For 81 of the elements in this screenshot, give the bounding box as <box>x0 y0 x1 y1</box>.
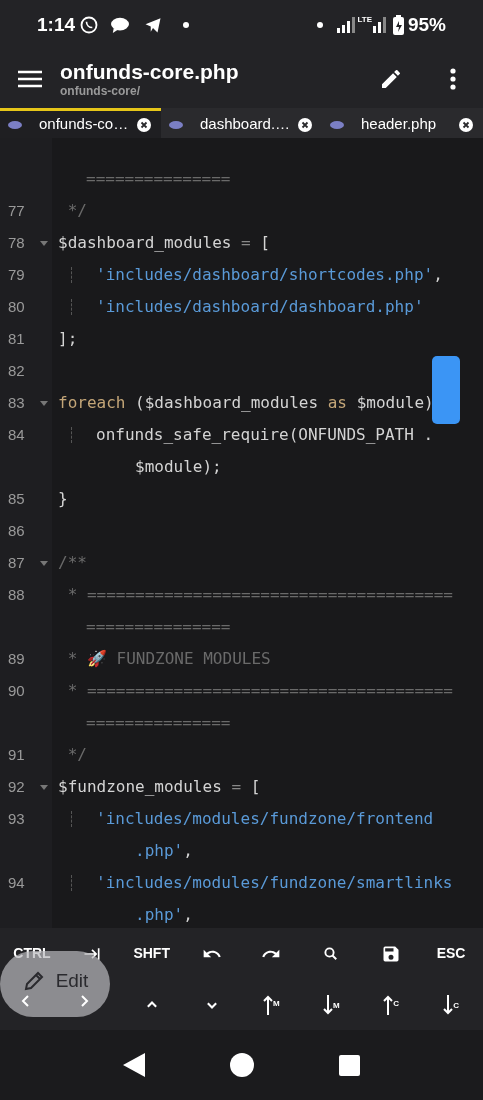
fold-icon[interactable] <box>40 561 48 566</box>
code-line: =============== <box>86 712 231 734</box>
line-number: 78 <box>8 232 25 253</box>
file-title: onfunds-core.php <box>60 59 239 84</box>
clock: 1:14 <box>37 12 76 37</box>
line-number: 79 <box>8 264 25 285</box>
speech-bubble-icon <box>109 16 132 34</box>
code-line: .php', <box>135 840 193 862</box>
more-options-icon[interactable] <box>450 68 456 90</box>
dot-icon <box>317 22 324 28</box>
down-arrow-icon <box>443 993 454 1016</box>
php-file-icon <box>169 120 183 129</box>
line-number: 89 <box>8 648 25 669</box>
line-number: 80 <box>8 296 25 317</box>
chevron-right-icon[interactable] <box>79 995 89 1008</box>
code-line: 'includes/modules/fundzone/smartlinks <box>96 872 453 894</box>
code-line: .php', <box>135 904 193 926</box>
line-number: 81 <box>8 328 25 349</box>
code-line: ]; <box>58 328 78 350</box>
code-line: } <box>58 488 68 510</box>
code-line: 'includes/dashboard/shortcodes.php', <box>96 264 443 286</box>
close-icon[interactable] <box>137 117 151 132</box>
php-file-icon <box>330 120 344 129</box>
line-number: 93 <box>8 808 25 829</box>
close-icon[interactable] <box>459 117 473 132</box>
code-line: $fundzone_modules = [ <box>58 776 261 798</box>
signal-icon <box>372 17 387 33</box>
code-line: $dashboard_modules = [ <box>58 232 270 254</box>
down-arrow-icon <box>322 993 333 1016</box>
recents-icon[interactable] <box>339 1054 361 1076</box>
fold-icon[interactable] <box>40 785 48 790</box>
code-line: =============== <box>86 168 231 190</box>
code-line: =============== <box>86 616 231 638</box>
network-label: LTE <box>357 14 372 26</box>
line-number: 82 <box>8 360 25 381</box>
close-icon[interactable] <box>298 117 312 132</box>
code-line: * ====================================== <box>66 680 453 702</box>
dot-icon <box>183 22 190 28</box>
key-button[interactable]: ESC <box>436 943 466 964</box>
home-icon[interactable] <box>230 1053 254 1077</box>
line-number: 83 <box>8 392 25 413</box>
battery-level: 95% <box>407 12 446 37</box>
code-line: 'includes/modules/fundzone/frontend <box>96 808 434 830</box>
file-tab[interactable]: onfunds-co… <box>0 108 161 138</box>
line-number: 92 <box>8 776 25 797</box>
line-number: 94 <box>8 872 25 893</box>
fold-icon[interactable] <box>40 401 48 406</box>
code-line: /** <box>58 552 87 574</box>
code-line: 'includes/dashboard/dashboard.php' <box>96 296 424 318</box>
line-number: 77 <box>8 200 25 221</box>
move-up-button[interactable]: M <box>263 993 280 1016</box>
code-line: onfunds_safe_require(ONFUNDS_PATH . <box>96 424 434 446</box>
pencil-icon[interactable] <box>379 67 403 91</box>
code-line: * 🚀 FUNDZONE MODULES <box>66 648 271 670</box>
line-number: 86 <box>8 520 25 541</box>
up-arrow-icon <box>383 993 394 1016</box>
line-number: 85 <box>8 488 25 509</box>
menu-icon[interactable] <box>18 70 42 88</box>
move-down-button[interactable]: M <box>322 993 340 1016</box>
back-icon[interactable] <box>122 1053 145 1077</box>
scroll-handle[interactable] <box>432 356 460 424</box>
code-line: $module); <box>135 456 222 478</box>
code-line: * ====================================== <box>66 584 453 606</box>
signal-icon <box>337 17 356 33</box>
code-line: */ <box>66 200 87 222</box>
move-down-button[interactable]: C <box>443 993 459 1016</box>
up-arrow-icon <box>263 993 274 1016</box>
line-number: 90 <box>8 680 25 701</box>
key-button[interactable]: SHFT <box>133 943 170 964</box>
line-number: 88 <box>8 584 25 605</box>
code-line: */ <box>66 744 87 766</box>
fold-icon[interactable] <box>40 241 48 246</box>
line-number: 84 <box>8 424 25 445</box>
move-up-button[interactable]: C <box>383 993 400 1016</box>
file-path: onfunds-core/ <box>60 84 141 99</box>
code-line: foreach ($dashboard_modules as $module) <box>58 392 434 414</box>
line-number: 91 <box>8 744 25 765</box>
battery-icon <box>392 15 404 35</box>
php-file-icon <box>8 120 22 129</box>
line-number: 87 <box>8 552 25 573</box>
chevron-left-icon[interactable] <box>21 995 31 1008</box>
